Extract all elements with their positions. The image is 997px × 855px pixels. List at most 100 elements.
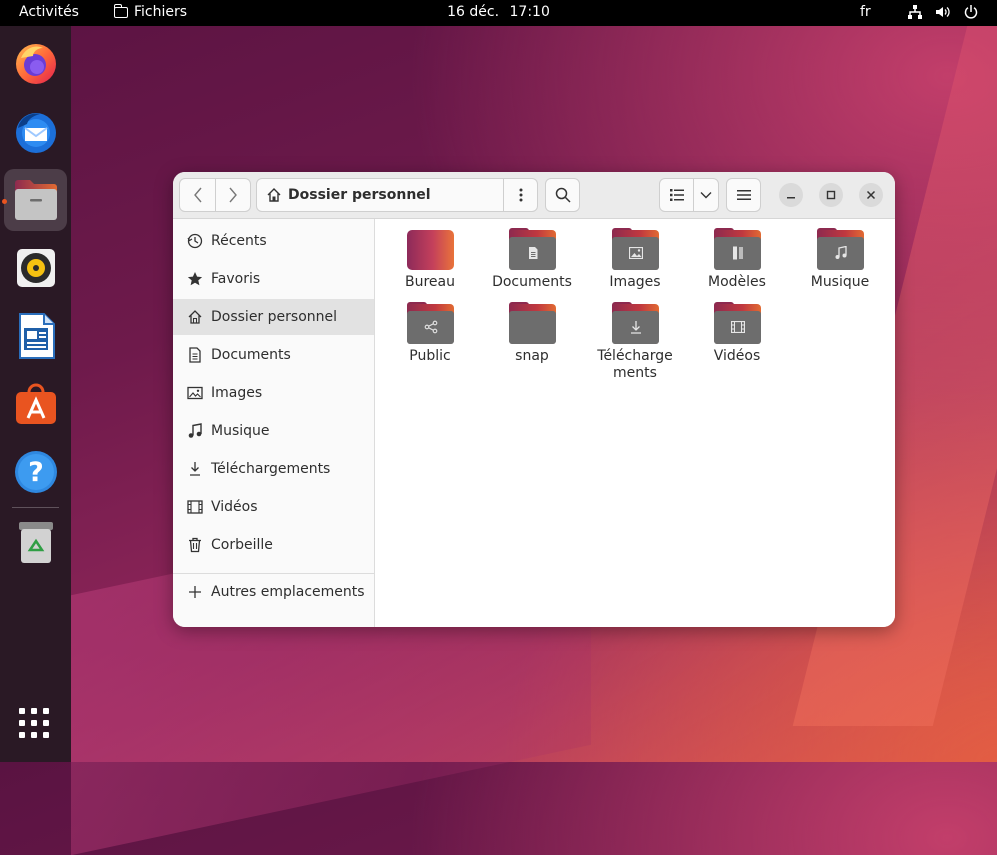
image-icon [186, 384, 204, 402]
dock-trash[interactable] [4, 512, 67, 574]
dock-firefox[interactable] [4, 32, 67, 94]
maximize-button[interactable] [819, 183, 843, 207]
sidebar-item-label: Téléchargements [211, 461, 331, 477]
location-bar[interactable]: Dossier personnel [256, 178, 538, 212]
sidebar: Récents Favoris Dossier personnel Docume… [173, 219, 375, 627]
dock-files[interactable] [4, 169, 67, 231]
network-icon [908, 5, 922, 19]
app-grid-icon[interactable] [19, 708, 49, 738]
file-item-videos[interactable]: Vidéos [689, 302, 785, 365]
firefox-icon [15, 44, 56, 84]
sidebar-item-home[interactable]: Dossier personnel [173, 299, 374, 335]
back-button[interactable] [179, 178, 216, 212]
help-icon: ? [14, 451, 57, 493]
dock-thunderbird[interactable] [4, 101, 67, 163]
star-icon [186, 270, 204, 288]
sidebar-item-label: Corbeille [211, 537, 273, 553]
running-indicator [2, 199, 7, 204]
folder-icon [508, 302, 556, 344]
downloads-folder-icon [611, 302, 659, 344]
sidebar-item-recents[interactable]: Récents [173, 223, 374, 259]
music-folder-icon [816, 228, 864, 270]
chevron-down-icon [700, 192, 712, 199]
header-bar: Dossier personnel [173, 172, 895, 219]
rhythmbox-icon [16, 249, 55, 287]
file-name: Public [409, 348, 451, 364]
chevron-right-icon [229, 187, 237, 203]
sidebar-item-music[interactable]: Musique [173, 413, 374, 449]
location-label: Dossier personnel [288, 187, 431, 203]
sidebar-item-downloads[interactable]: Téléchargements [173, 451, 374, 487]
documents-folder-icon [508, 228, 556, 270]
chevron-left-icon [193, 187, 202, 203]
minimize-button[interactable] [779, 183, 803, 207]
file-name: Bureau [405, 274, 455, 290]
volume-icon [936, 7, 950, 17]
search-icon [555, 187, 571, 203]
close-button[interactable] [859, 183, 883, 207]
thunderbird-icon [15, 113, 56, 153]
search-button[interactable] [545, 178, 580, 212]
view-options-button[interactable] [693, 178, 719, 212]
clock[interactable]: 16 déc. 17:10 [0, 4, 997, 20]
clock-time: 17:10 [509, 4, 550, 20]
dock-rhythmbox[interactable] [4, 237, 67, 299]
sidebar-item-trash[interactable]: Corbeille [173, 527, 374, 563]
file-item-bureau[interactable]: Bureau [382, 230, 478, 291]
close-icon [866, 190, 876, 200]
forward-button[interactable] [215, 178, 251, 212]
dock-app-center[interactable] [4, 373, 67, 435]
dock-help[interactable]: ? [4, 441, 67, 503]
file-item-public[interactable]: Public [382, 302, 478, 365]
sidebar-item-favorites[interactable]: Favoris [173, 261, 374, 297]
list-view-icon [669, 189, 684, 201]
power-icon [964, 5, 978, 19]
writer-icon [18, 313, 55, 359]
file-name: Images [609, 274, 661, 290]
dock: ? [0, 26, 71, 762]
file-item-snap[interactable]: snap [484, 302, 580, 365]
pictures-folder-icon [611, 228, 659, 270]
file-item-musique[interactable]: Musique [792, 228, 888, 291]
sidebar-item-images[interactable]: Images [173, 375, 374, 411]
file-name: Documents [492, 274, 572, 290]
list-view-button[interactable] [659, 178, 694, 212]
file-name: Télécharge ments [597, 348, 673, 381]
file-item-telechargements[interactable]: Télécharge ments [587, 302, 683, 382]
public-folder-icon [406, 302, 454, 344]
sidebar-item-label: Autres emplacements [211, 584, 365, 600]
dock-writer[interactable] [4, 305, 67, 367]
location-menu-button[interactable] [503, 179, 538, 211]
home-icon [186, 308, 204, 326]
music-icon [186, 422, 204, 440]
desktop-folder-icon [406, 230, 454, 270]
download-icon [186, 460, 204, 478]
kebab-menu-icon [519, 188, 523, 202]
main-menu-button[interactable] [726, 178, 761, 212]
language-indicator[interactable]: fr [860, 4, 871, 20]
file-item-modeles[interactable]: Modèles [689, 228, 785, 291]
sidebar-item-other-locations[interactable]: Autres emplacements [173, 574, 374, 610]
sidebar-item-videos[interactable]: Vidéos [173, 489, 374, 525]
file-item-documents[interactable]: Documents [484, 228, 580, 291]
plus-icon [186, 583, 204, 601]
sidebar-item-label: Images [211, 385, 263, 401]
recent-icon [186, 232, 204, 250]
templates-folder-icon [713, 228, 761, 270]
document-icon [186, 346, 204, 364]
sidebar-item-label: Dossier personnel [211, 309, 338, 325]
videos-folder-icon [713, 302, 761, 344]
files-icon [14, 180, 57, 220]
clock-date: 16 déc. [447, 4, 500, 20]
trash-icon [186, 536, 204, 554]
app-center-icon [15, 383, 56, 424]
file-item-images[interactable]: Images [587, 228, 683, 291]
top-bar: Activités Fichiers 16 déc. 17:10 fr [0, 0, 997, 26]
file-view: Bureau Documents Images Modèles Musique … [375, 219, 895, 627]
sidebar-item-label: Favoris [211, 271, 261, 287]
sidebar-item-documents[interactable]: Documents [173, 337, 374, 373]
file-name: Vidéos [713, 348, 761, 364]
file-name: snap [515, 348, 549, 364]
sidebar-item-label: Musique [211, 423, 270, 439]
system-tray[interactable] [907, 4, 979, 20]
